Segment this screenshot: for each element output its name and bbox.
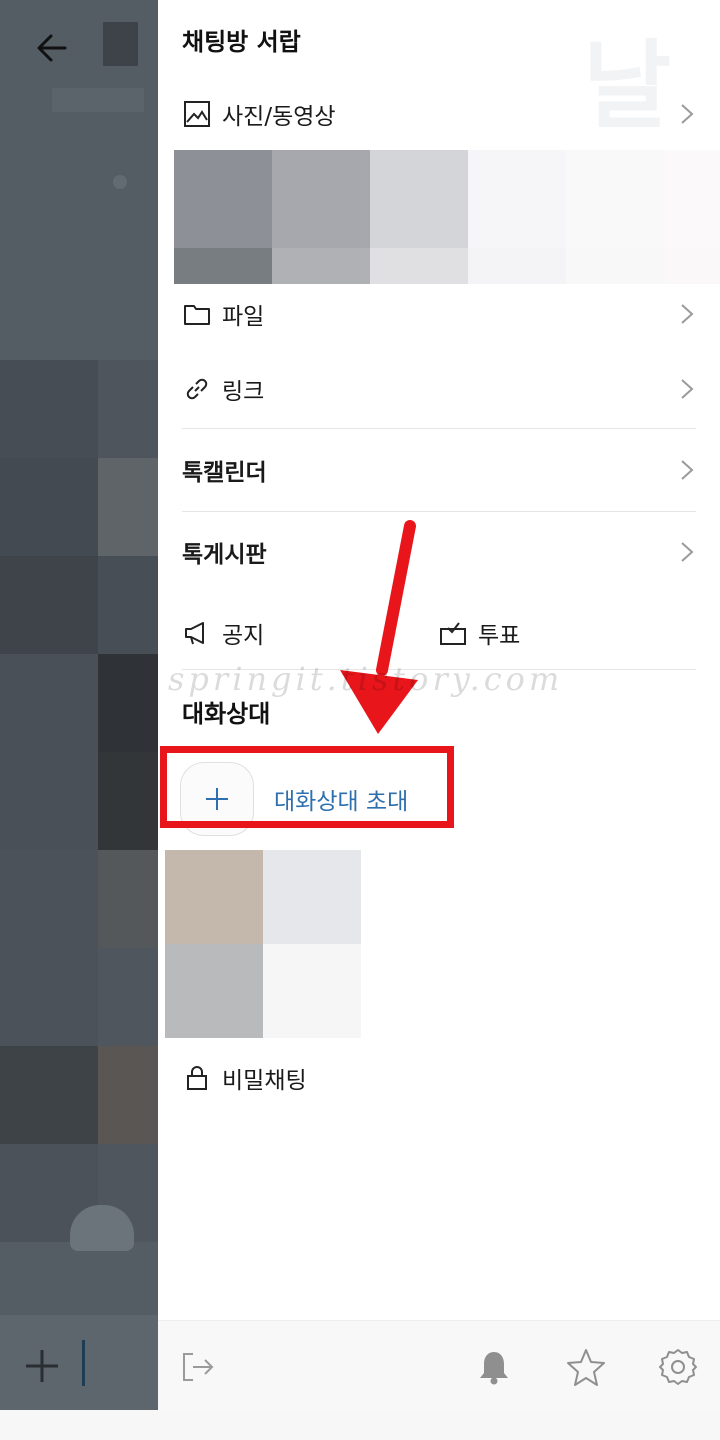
folder-icon [182,299,212,329]
chat-attach-button[interactable] [22,1346,62,1386]
drawer-footer [158,1320,720,1410]
menu-vote[interactable]: 투표 [438,608,520,658]
chat-dot [113,175,127,189]
chat-drawer-panel: 날 채팅방 서랍 사진/동영상 파일 링크 톡캘린더 톡게시판 공지 투표 대화… [158,0,720,1440]
photo-thumbnail[interactable] [664,150,720,284]
photo-thumbnails[interactable] [174,150,720,284]
secret-chat-button[interactable]: 비밀채팅 [182,1055,307,1101]
megaphone-icon [182,618,212,648]
annotation-highlight-box [160,746,454,828]
divider [182,428,696,429]
menu-links-label: 링크 [222,379,265,405]
chevron-right-icon [681,304,694,324]
secret-chat-label: 비밀채팅 [222,1068,307,1094]
photo-thumbnail[interactable] [174,150,272,284]
member-avatar[interactable] [165,944,263,1038]
chevron-right-icon [681,542,694,562]
member-list [165,850,361,1038]
notification-button[interactable] [472,1345,516,1389]
member-avatar[interactable] [165,850,263,944]
photo-thumbnail[interactable] [272,150,370,284]
link-icon [182,374,212,404]
system-nav-strip [0,1410,720,1440]
gear-icon [659,1349,697,1385]
chat-status-bar [52,88,144,112]
annotation-arrow [340,520,418,734]
leave-chat-button[interactable] [176,1345,220,1389]
menu-calendar-label: 톡캘린더 [182,460,267,486]
image-icon [182,99,212,129]
menu-photos-videos[interactable]: 사진/동영상 [182,84,696,144]
menu-files[interactable]: 파일 [182,284,696,344]
drawer-title: 채팅방 서랍 [182,28,301,56]
photo-thumbnail[interactable] [370,150,468,284]
menu-files-label: 파일 [222,304,265,330]
favorite-button[interactable] [564,1345,608,1389]
menu-talk-board[interactable]: 톡게시판 [182,522,696,582]
chat-background-overlay[interactable] [0,0,158,1410]
menu-photos-label: 사진/동영상 [222,104,336,130]
photo-thumbnail[interactable] [566,150,664,284]
member-avatar[interactable] [263,944,361,1038]
menu-links[interactable]: 링크 [182,359,696,419]
star-icon [567,1349,605,1386]
chat-avatar [103,22,138,66]
back-button[interactable] [30,26,74,70]
back-arrow-icon [37,34,67,62]
chevron-right-icon [681,460,694,480]
plus-icon [26,1350,58,1382]
chevron-right-icon [681,379,694,399]
settings-button[interactable] [656,1345,700,1389]
menu-talk-calendar[interactable]: 톡캘린더 [182,440,696,500]
members-section-title: 대화상대 [182,700,271,728]
photo-thumbnail[interactable] [468,150,566,284]
chat-messages-mosaic [0,360,158,1242]
chat-text-cursor [82,1340,85,1386]
member-avatar[interactable] [263,850,361,944]
menu-vote-label: 투표 [478,623,521,649]
menu-board-label: 톡게시판 [182,542,267,568]
chevron-right-icon [681,104,694,124]
site-watermark: springit.tistory.com [168,660,564,698]
ballot-icon [438,618,468,648]
lock-icon [182,1063,212,1093]
menu-notice-label: 공지 [222,623,265,649]
menu-notice[interactable]: 공지 [182,608,264,658]
exit-icon [183,1353,214,1381]
divider [182,511,696,512]
bell-icon [480,1352,508,1385]
